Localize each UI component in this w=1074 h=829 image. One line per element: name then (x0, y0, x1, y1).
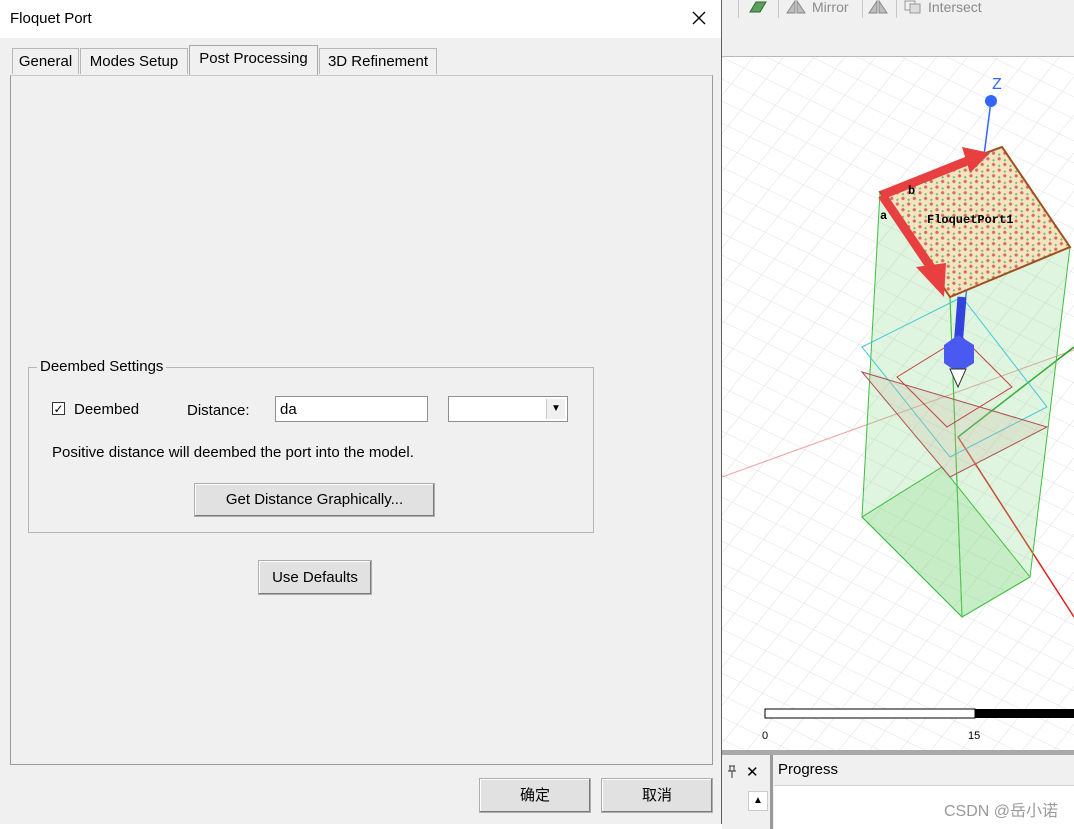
distance-input[interactable] (275, 396, 428, 422)
port-label: FloquetPort1 (927, 213, 1013, 227)
dialog-title: Floquet Port (10, 10, 92, 27)
vector-a-label: a (880, 209, 887, 223)
toolbar-separator (778, 0, 779, 18)
vector-b-label: b (908, 184, 915, 198)
chevron-down-icon[interactable]: ▼ (546, 399, 565, 419)
3d-viewport[interactable]: Z FloquetPort1 b a 0 15 (722, 57, 1074, 750)
deembed-hint: Positive distance will deembed the port … (52, 444, 414, 461)
project-panel-stub: ✕ ▲ (722, 755, 773, 829)
distance-units-select[interactable]: ▼ (448, 396, 568, 422)
toolbar-separator (896, 0, 897, 18)
mirror-alt-button[interactable] (868, 0, 888, 14)
intersect-button[interactable]: Intersect (904, 0, 982, 15)
tab-general[interactable]: General (12, 48, 79, 74)
intersect-label: Intersect (928, 0, 982, 15)
tab-modes-setup[interactable]: Modes Setup (80, 48, 188, 74)
plane-icon (749, 1, 767, 13)
scroll-up-icon[interactable]: ▲ (748, 791, 768, 811)
mirror-label: Mirror (812, 0, 849, 15)
plane-tool-button[interactable] (748, 0, 768, 14)
intersect-icon (904, 0, 921, 14)
pin-icon[interactable] (726, 765, 738, 782)
app-toolbar: Mirror Intersect (722, 0, 1074, 57)
ok-button[interactable]: 确定 (479, 778, 591, 813)
cancel-button[interactable]: 取消 (601, 778, 713, 813)
toolbar-separator (862, 0, 863, 18)
scale-label-mid: 15 (968, 730, 981, 742)
z-axis-label: Z (992, 76, 1002, 93)
z-axis-tip (985, 95, 997, 107)
floquet-port-dialog: Floquet Port General Modes Setup Post Pr… (0, 0, 722, 824)
close-icon[interactable] (687, 6, 711, 30)
distance-label: Distance: (187, 402, 250, 419)
scale-bar-black (975, 709, 1074, 718)
progress-header: Progress (774, 755, 1074, 786)
toolbar-separator (738, 0, 739, 18)
get-distance-graphically-button[interactable]: Get Distance Graphically... (194, 483, 435, 517)
deembed-label: Deembed (74, 401, 140, 418)
scale-label-start: 0 (762, 730, 769, 742)
deembed-checkbox[interactable]: ✓ (52, 402, 65, 415)
close-panel-icon[interactable]: ✕ (746, 763, 759, 781)
dialog-titlebar: Floquet Port (0, 0, 721, 38)
mirror-alt-icon (868, 0, 888, 14)
scale-bar-white (764, 708, 976, 719)
bottom-panel: ✕ ▲ Progress CSDN @岳小诺 (722, 750, 1074, 829)
deembed-settings-label: Deembed Settings (37, 358, 167, 375)
tab-post-processing[interactable]: Post Processing (189, 45, 318, 75)
mirror-button[interactable]: Mirror (786, 0, 849, 15)
watermark: CSDN @岳小诺 (943, 803, 1058, 820)
model-view: Z FloquetPort1 b a (722, 57, 1074, 750)
tab-3d-refinement[interactable]: 3D Refinement (319, 48, 437, 74)
mirror-icon (786, 0, 806, 14)
use-defaults-button[interactable]: Use Defaults (258, 560, 372, 595)
